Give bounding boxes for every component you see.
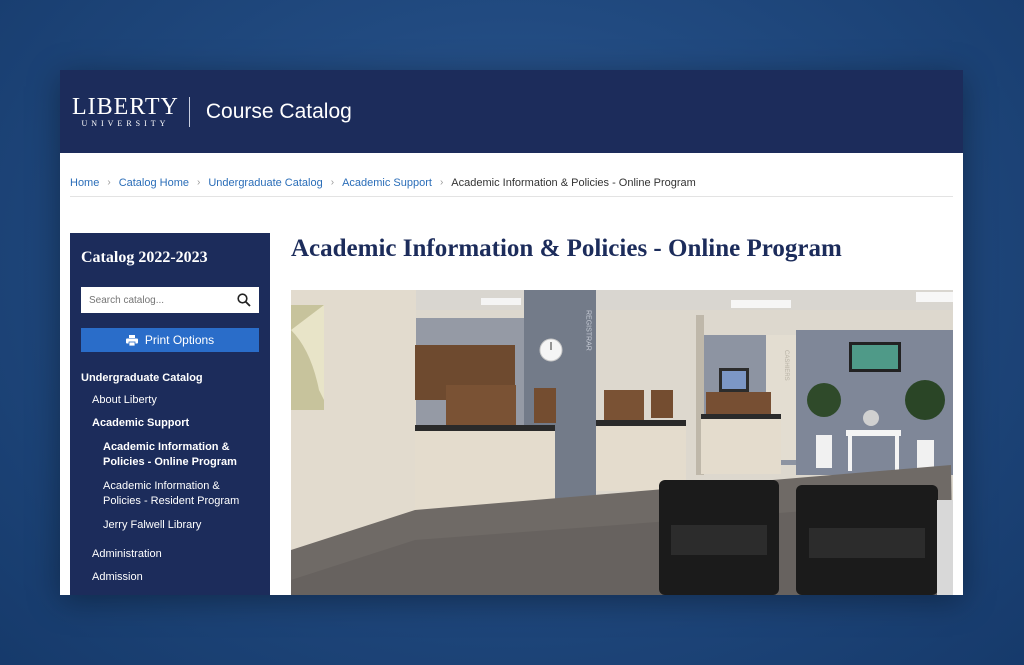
logo-wordmark: LIBERTY xyxy=(72,93,179,120)
breadcrumb-undergraduate-catalog[interactable]: Undergraduate Catalog xyxy=(208,177,322,189)
nav-item-library[interactable]: Jerry Falwell Library xyxy=(81,518,259,533)
catalog-sidebar: Catalog 2022-2023 Print Options Undergra… xyxy=(70,233,270,595)
cashiers-sign: CASHIERS xyxy=(783,350,789,381)
logo-subtitle: UNIVERSITY xyxy=(81,118,170,128)
search-input[interactable] xyxy=(89,294,229,306)
breadcrumb-current: Academic Information & Policies - Online… xyxy=(451,176,696,189)
header-divider xyxy=(188,96,190,127)
nav-item-administration[interactable]: Administration xyxy=(81,548,259,560)
breadcrumb-home[interactable]: Home xyxy=(70,177,99,189)
breadcrumb-academic-support[interactable]: Academic Support xyxy=(342,177,432,189)
breadcrumb-catalog-home[interactable]: Catalog Home xyxy=(119,177,189,189)
chevron-right-icon: › xyxy=(439,177,444,188)
printer-icon xyxy=(125,334,138,346)
nav-item-admission[interactable]: Admission xyxy=(81,571,259,583)
breadcrumb: Home › Catalog Home › Undergraduate Cata… xyxy=(70,169,953,197)
nav-item-resident-program[interactable]: Academic Information & Policies - Reside… xyxy=(81,479,259,509)
nav-item-academic-support[interactable]: Academic Support xyxy=(81,417,259,429)
chevron-right-icon: › xyxy=(107,177,111,188)
site-title[interactable]: Course Catalog xyxy=(206,100,352,124)
catalog-window: LIBERTY UNIVERSITY Course Catalog Home ›… xyxy=(60,70,963,595)
print-options-label: Print Options xyxy=(144,333,215,347)
chevron-right-icon: › xyxy=(197,177,201,188)
search-icon[interactable] xyxy=(237,293,251,307)
search-box xyxy=(81,287,259,313)
catalog-nav: Undergraduate Catalog About Liberty Acad… xyxy=(81,372,259,583)
registrar-sign: REGISTRAR xyxy=(585,310,592,351)
nav-item-online-program[interactable]: Academic Information & Policies - Online… xyxy=(81,440,259,470)
office-photo: REGISTRAR CASHIERS xyxy=(291,290,953,595)
liberty-logo[interactable]: LIBERTY UNIVERSITY xyxy=(72,95,179,129)
nav-section-undergraduate[interactable]: Undergraduate Catalog xyxy=(81,372,259,384)
nav-item-about-liberty[interactable]: About Liberty xyxy=(81,394,259,406)
print-options-button[interactable]: Print Options xyxy=(81,328,259,352)
site-header: LIBERTY UNIVERSITY Course Catalog xyxy=(60,70,963,153)
chevron-right-icon: › xyxy=(330,177,335,188)
page-title: Academic Information & Policies - Online… xyxy=(291,235,842,262)
catalog-year-title: Catalog 2022-2023 xyxy=(81,249,208,266)
